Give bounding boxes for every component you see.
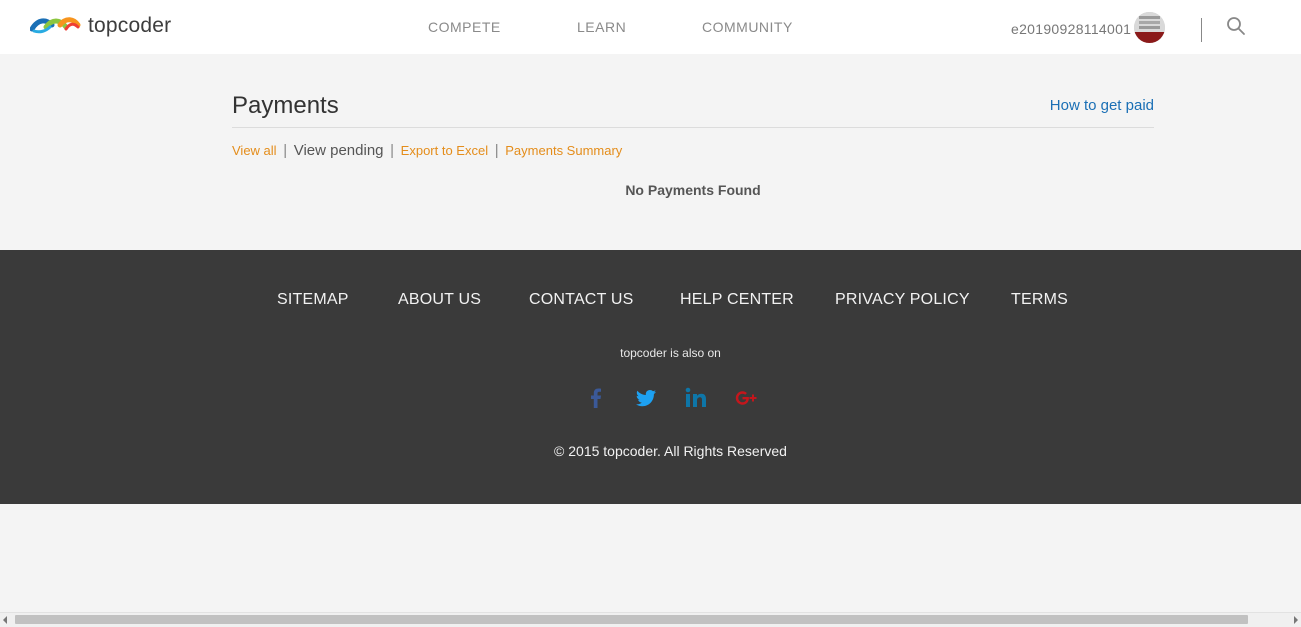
scroll-right-arrow-icon[interactable] xyxy=(1294,616,1298,624)
horizontal-scrollbar[interactable] xyxy=(0,612,1301,627)
footer-link-contact-us[interactable]: CONTACT US xyxy=(529,291,634,309)
nav-compete[interactable]: COMPETE xyxy=(428,19,501,35)
google-plus-icon[interactable] xyxy=(734,386,758,410)
copyright-text: © 2015 topcoder. All Rights Reserved xyxy=(554,443,787,459)
view-pending-link[interactable]: View pending xyxy=(294,142,384,159)
separator: | xyxy=(494,142,499,159)
separator: | xyxy=(390,142,395,159)
scrollbar-thumb[interactable] xyxy=(15,615,1248,624)
title-divider xyxy=(232,127,1154,128)
header-divider xyxy=(1201,18,1202,42)
username[interactable]: e20190928114001 xyxy=(1011,21,1131,37)
how-to-get-paid-link[interactable]: How to get paid xyxy=(1050,97,1154,114)
export-to-excel-link[interactable]: Export to Excel xyxy=(401,143,488,158)
footer-link-sitemap[interactable]: SITEMAP xyxy=(277,291,349,309)
page-title: Payments xyxy=(232,92,339,119)
view-all-link[interactable]: View all xyxy=(232,143,277,158)
footer-link-privacy-policy[interactable]: PRIVACY POLICY xyxy=(835,291,970,309)
topcoder-logo-icon xyxy=(30,17,81,34)
avatar[interactable] xyxy=(1134,12,1165,43)
search-icon[interactable] xyxy=(1226,16,1246,36)
separator: | xyxy=(283,142,288,159)
facebook-icon[interactable] xyxy=(584,386,608,410)
footer: SITEMAP ABOUT US CONTACT US HELP CENTER … xyxy=(0,250,1301,504)
empty-state-message: No Payments Found xyxy=(625,182,761,198)
also-on-label: topcoder is also on xyxy=(620,346,721,360)
footer-link-terms[interactable]: TERMS xyxy=(1011,291,1068,309)
scroll-left-arrow-icon[interactable] xyxy=(3,616,7,624)
payments-summary-link[interactable]: Payments Summary xyxy=(505,143,622,158)
nav-learn[interactable]: LEARN xyxy=(577,19,626,35)
nav-community[interactable]: COMMUNITY xyxy=(702,19,793,35)
logo-text: topcoder xyxy=(88,14,172,37)
footer-link-help-center[interactable]: HELP CENTER xyxy=(680,291,794,309)
linkedin-icon[interactable] xyxy=(684,386,708,410)
twitter-icon[interactable] xyxy=(634,386,658,410)
payments-subnav: View all | View pending | Export to Exce… xyxy=(232,142,622,159)
topcoder-logo[interactable]: topcoder xyxy=(30,14,171,38)
top-navbar: topcoder COMPETE LEARN COMMUNITY e201909… xyxy=(0,0,1301,54)
footer-link-about-us[interactable]: ABOUT US xyxy=(398,291,481,309)
